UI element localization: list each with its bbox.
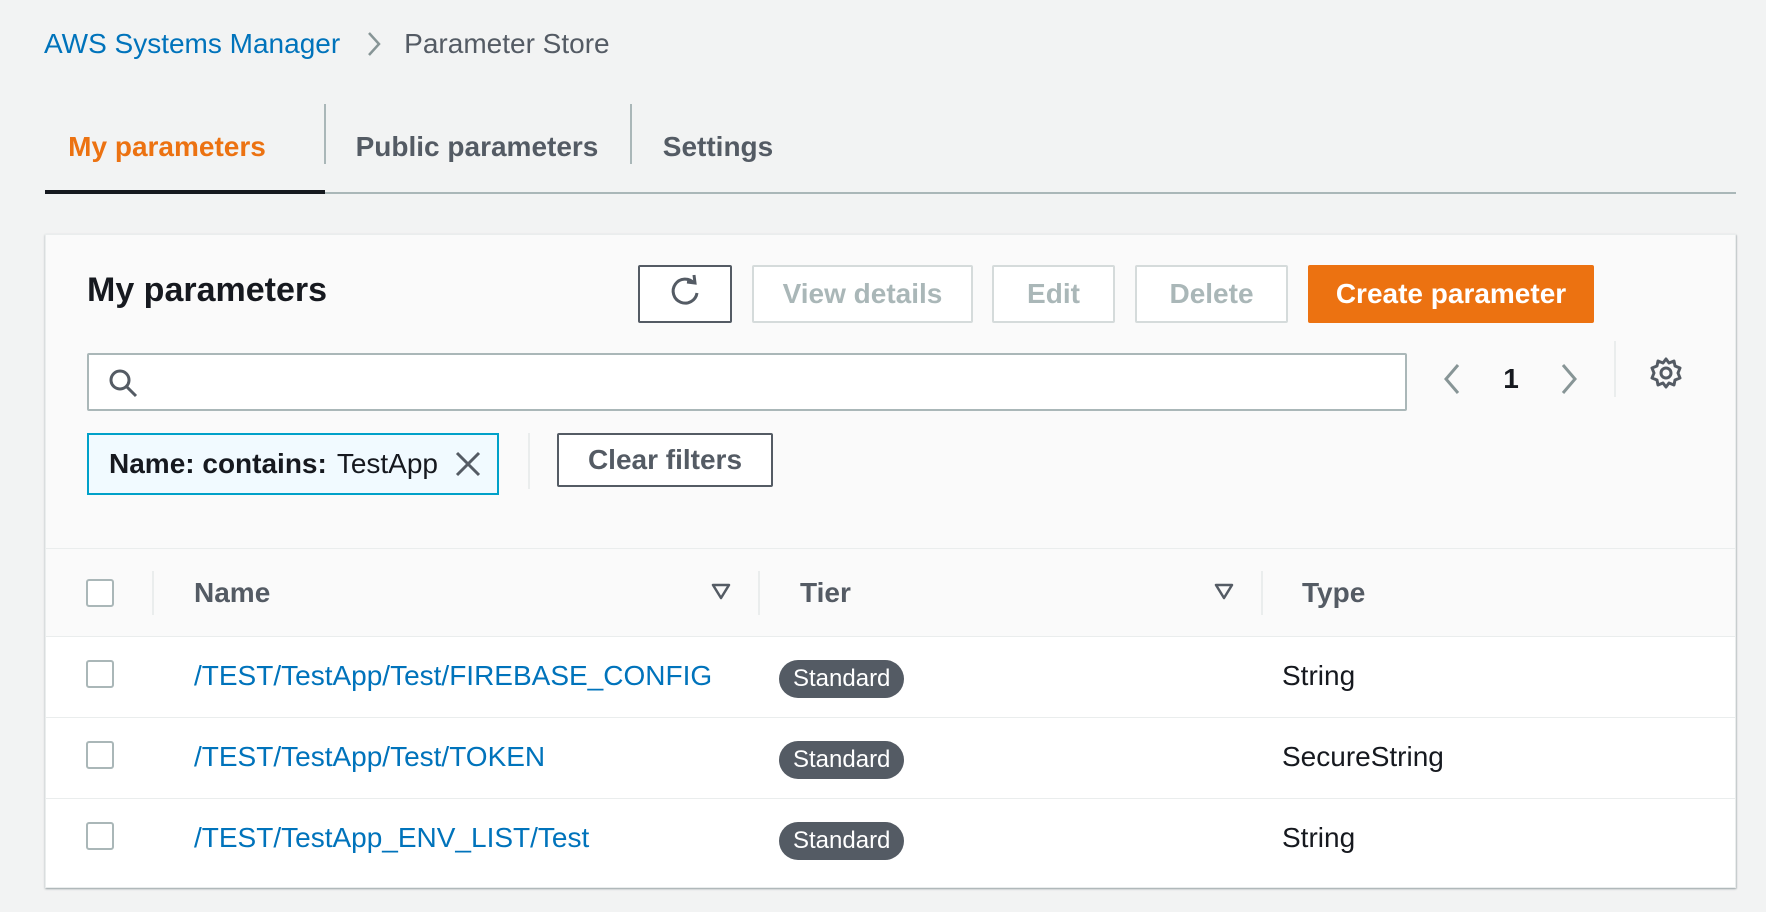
parameter-type: SecureString <box>1282 741 1444 772</box>
create-parameter-button[interactable]: Create parameter <box>1308 265 1594 323</box>
tab-divider <box>324 104 326 164</box>
breadcrumb-link-systems-manager[interactable]: AWS Systems Manager <box>44 28 340 60</box>
parameter-name-link[interactable]: /TEST/TestApp/Test/TOKEN <box>194 741 545 773</box>
refresh-icon <box>667 273 703 316</box>
pager-divider <box>1614 341 1616 397</box>
chevron-left-icon[interactable] <box>1441 361 1463 402</box>
column-divider <box>1261 571 1263 615</box>
chevron-right-icon <box>366 30 382 58</box>
tier-badge: Standard <box>779 822 905 860</box>
parameter-name-link[interactable]: /TEST/TestApp/Test/FIREBASE_CONFIG <box>194 660 712 692</box>
row-checkbox[interactable] <box>86 822 114 850</box>
chevron-right-icon[interactable] <box>1558 361 1580 402</box>
filter-key: Name: contains: <box>109 448 327 479</box>
parameter-name-link[interactable]: /TEST/TestApp_ENV_LIST/Test <box>194 822 589 854</box>
tier-badge: Standard <box>779 741 905 779</box>
sort-down-icon[interactable] <box>1214 583 1234 606</box>
tab-divider <box>630 104 632 164</box>
filter-value: TestApp <box>336 448 438 479</box>
gear-icon[interactable] <box>1649 356 1683 395</box>
tier-badge: Standard <box>779 660 905 698</box>
view-details-button[interactable]: View details <box>752 265 973 323</box>
tab-settings[interactable]: Settings <box>633 100 803 194</box>
tab-public-parameters[interactable]: Public parameters <box>327 100 627 194</box>
parameter-type: String <box>1282 660 1356 691</box>
table-header: Name Tier Type <box>46 549 1735 637</box>
active-tab-indicator <box>45 190 325 194</box>
parameter-store-page: AWS Systems Manager Parameter Store My p… <box>0 0 1766 912</box>
panel-header: My parameters View details Edit Delete C… <box>46 235 1735 549</box>
column-header-name[interactable]: Name <box>194 577 270 609</box>
delete-button[interactable]: Delete <box>1135 265 1288 323</box>
tab-bar: My parameters Public parameters Settings <box>45 100 1736 194</box>
sort-down-icon[interactable] <box>711 583 731 606</box>
search-input[interactable] <box>153 355 1393 409</box>
column-header-tier[interactable]: Tier <box>800 577 851 609</box>
row-checkbox[interactable] <box>86 660 114 688</box>
select-all-checkbox[interactable] <box>86 579 114 607</box>
column-divider <box>152 571 154 615</box>
column-header-type[interactable]: Type <box>1302 577 1365 609</box>
search-field[interactable] <box>87 353 1407 411</box>
refresh-button[interactable] <box>638 265 732 323</box>
breadcrumb: AWS Systems Manager Parameter Store <box>44 26 610 62</box>
current-page-number[interactable]: 1 <box>1496 363 1526 395</box>
edit-button[interactable]: Edit <box>992 265 1115 323</box>
table-row[interactable]: /TEST/TestApp/Test/FIREBASE_CONFIG Stand… <box>46 638 1735 718</box>
panel-title: My parameters <box>87 271 328 309</box>
table-row[interactable]: /TEST/TestApp_ENV_LIST/Test Standard Str… <box>46 800 1735 880</box>
filter-divider <box>528 433 530 489</box>
table-row[interactable]: /TEST/TestApp/Test/TOKEN Standard Secure… <box>46 719 1735 799</box>
search-icon <box>107 367 139 404</box>
filter-token: Name: contains: TestApp <box>87 433 499 495</box>
breadcrumb-current: Parameter Store <box>404 28 610 59</box>
parameter-type: String <box>1282 822 1356 853</box>
parameters-panel: My parameters View details Edit Delete C… <box>45 234 1736 888</box>
column-divider <box>758 571 760 615</box>
tab-my-parameters[interactable]: My parameters <box>45 100 289 194</box>
close-icon[interactable] <box>453 449 483 486</box>
row-checkbox[interactable] <box>86 741 114 769</box>
clear-filters-button[interactable]: Clear filters <box>557 433 773 487</box>
